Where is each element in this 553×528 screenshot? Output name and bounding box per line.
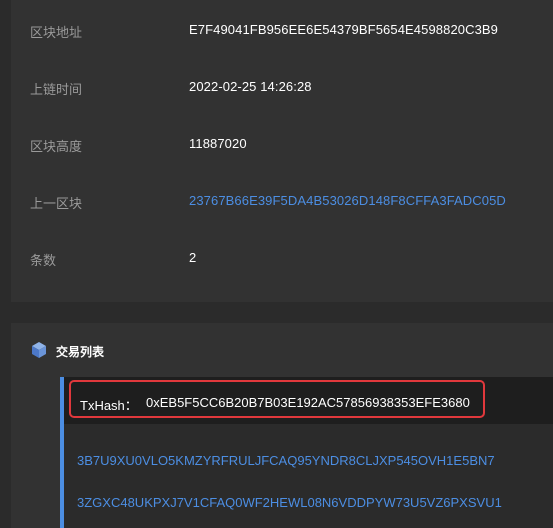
block-height-label: 区块高度: [30, 139, 83, 154]
tx-list-panel: 交易列表 TxHash： 0xEB5F5CC6B20B7B03E192AC578…: [11, 323, 553, 528]
block-address-label: 区块地址: [30, 25, 83, 40]
tx-list: TxHash： 0xEB5F5CC6B20B7B03E192AC57856938…: [60, 377, 553, 528]
block-address-row: 区块地址 E7F49041FB956EE6E54379BF5654E459882…: [11, 10, 553, 50]
tx-hash-row: TxHash： 0xEB5F5CC6B20B7B03E192AC57856938…: [64, 377, 553, 424]
tx-hash-value: 0xEB5F5CC6B20B7B03E192AC57856938353EFE36…: [146, 395, 470, 410]
tx-list-title: 交易列表: [56, 345, 105, 359]
chain-time-value: 2022-02-25 14:26:28: [189, 79, 312, 94]
tx-count-row: 条数 2: [11, 238, 553, 278]
previous-block-label: 上一区块: [30, 196, 83, 211]
block-address-value: E7F49041FB956EE6E54379BF5654E4598820C3B9: [189, 22, 499, 37]
block-height-value: 11887020: [189, 136, 247, 151]
previous-block-link[interactable]: 23767B66E39F5DA4B53026D148F8CFFA3FADC05D: [189, 193, 506, 208]
tx-hash-label: TxHash：: [80, 398, 138, 413]
block-info-panel: 区块地址 E7F49041FB956EE6E54379BF5654E459882…: [11, 0, 553, 302]
previous-block-row: 上一区块 23767B66E39F5DA4B53026D148F8CFFA3FA…: [11, 181, 553, 221]
chain-time-label: 上链时间: [30, 82, 83, 97]
tx-list-item-link[interactable]: 3B7U9XU0VLO5KMZYRFRULJFCAQ95YNDR8CLJXP54…: [77, 453, 495, 468]
chain-time-row: 上链时间 2022-02-25 14:26:28: [11, 67, 553, 107]
cube-icon: [32, 342, 46, 358]
tx-count-value: 2: [189, 250, 197, 265]
tx-count-label: 条数: [30, 253, 57, 268]
block-height-row: 区块高度 11887020: [11, 124, 553, 164]
tx-list-item-link[interactable]: 3ZGXC48UKPXJ7V1CFAQ0WF2HEWL08N6VDDPYW73U…: [77, 495, 502, 510]
